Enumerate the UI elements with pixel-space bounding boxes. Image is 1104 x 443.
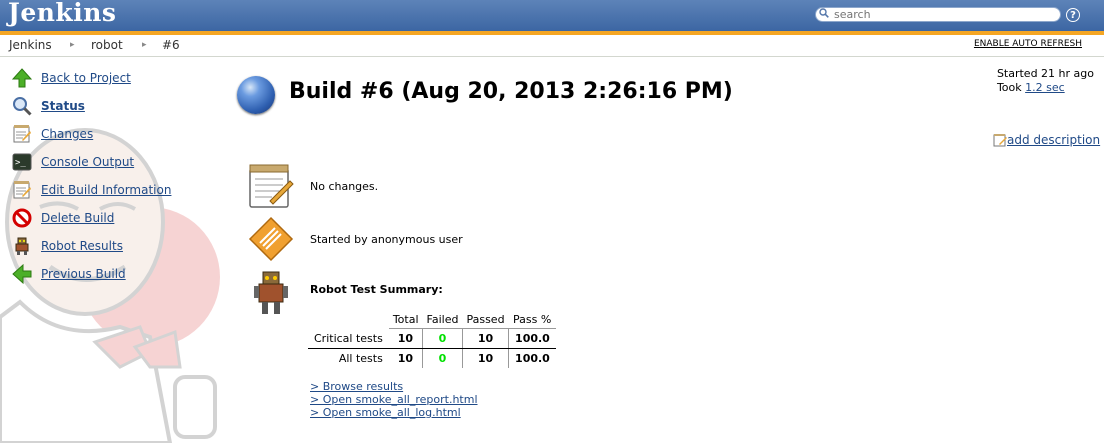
robot-summary-table: Total Failed Passed Pass % Critical test… (308, 311, 556, 368)
sidebar-item-label[interactable]: Back to Project (41, 71, 131, 85)
total-cell: 10 (388, 348, 424, 368)
breadcrumb-robot[interactable]: robot (91, 38, 123, 52)
table-header-row: Total Failed Passed Pass % (308, 311, 556, 329)
jenkins-logo[interactable]: Jenkins (8, 0, 116, 27)
sidebar: Back to Project Status Changes >_ Consol… (0, 57, 230, 443)
robot-icon (15, 237, 29, 255)
add-description-link[interactable]: add description (1007, 133, 1100, 147)
jenkins-butler-watermark (0, 128, 220, 443)
table-row: All tests 10 0 10 100.0 (308, 348, 556, 368)
breadcrumb-jenkins[interactable]: Jenkins (9, 38, 52, 52)
failed-cell: 0 (422, 328, 463, 349)
failed-cell: 0 (422, 348, 463, 368)
breadcrumb-build[interactable]: #6 (162, 38, 180, 52)
passed-cell: 10 (462, 348, 510, 368)
started-time: Started 21 hr ago (996, 67, 1094, 80)
search-icon (819, 8, 829, 18)
sidebar-item-label[interactable]: Changes (41, 127, 93, 141)
magnifier-icon (13, 97, 32, 116)
robot-summary-title: Robot Test Summary: (310, 283, 443, 296)
page-title: Build #6 (Aug 20, 2013 2:26:16 PM) (289, 79, 733, 104)
passed-cell: 10 (462, 328, 510, 349)
sidebar-item-label[interactable]: Delete Build (41, 211, 114, 225)
no-entry-icon (12, 208, 32, 228)
row-label: Critical tests (308, 328, 389, 349)
build-cause-icon (248, 216, 294, 262)
build-meta: Started 21 hr ago Took 1.2 sec (997, 67, 1094, 95)
sidebar-item-label[interactable]: Status (41, 99, 85, 113)
row-label: All tests (338, 352, 383, 365)
notepad-icon (13, 125, 31, 143)
sidebar-item-label[interactable]: Edit Build Information (41, 183, 171, 197)
notepad-icon (249, 164, 294, 208)
help-icon[interactable]: ? (1066, 8, 1080, 22)
search-box[interactable] (815, 7, 1061, 22)
sidebar-item-label[interactable]: Console Output (41, 155, 134, 169)
build-cause-text: Started by anonymous user (310, 233, 463, 246)
enable-auto-refresh-link[interactable]: ENABLE AUTO REFRESH (974, 39, 1082, 49)
changes-text: No changes. (310, 180, 379, 193)
open-log-link[interactable]: > Open smoke_all_log.html (310, 406, 461, 419)
breadcrumb-separator: ▸ (142, 40, 147, 50)
breadcrumb: Jenkins ▸ robot ▸ #6 ENABLE AUTO REFRESH (0, 35, 1104, 57)
robot-icon (254, 271, 288, 314)
left-arrow-icon (12, 264, 32, 284)
took-label: Took (996, 81, 1022, 94)
table-row: Critical tests 10 0 10 100.0 (308, 328, 556, 349)
search-input[interactable] (834, 8, 1054, 21)
pass-pct-cell: 100.0 (508, 348, 556, 368)
build-status-ball-icon (237, 76, 275, 114)
table-header-blank (308, 311, 389, 329)
pass-pct-cell: 100.0 (508, 328, 556, 349)
terminal-icon: >_ (12, 153, 32, 171)
table-header: Total (392, 313, 419, 326)
total-cell: 10 (388, 328, 424, 349)
notepad-icon (13, 181, 31, 199)
sidebar-item-label[interactable]: Robot Results (41, 239, 123, 253)
table-header: Pass % (513, 313, 552, 326)
took-line: Took 1.2 sec (997, 81, 1094, 95)
browse-results-link[interactable]: > Browse results (310, 380, 403, 393)
up-arrow-icon (12, 68, 32, 88)
add-description[interactable]: add description (993, 133, 1100, 147)
notepad-icon (993, 134, 1007, 147)
table-header: Failed (426, 313, 459, 326)
open-report-link[interactable]: > Open smoke_all_report.html (310, 393, 478, 406)
sidebar-item-label[interactable]: Previous Build (41, 267, 126, 281)
header-bar: Jenkins ? (0, 0, 1104, 35)
svg-text:>_: >_ (15, 158, 26, 168)
duration-link[interactable]: 1.2 sec (1025, 81, 1065, 94)
breadcrumb-separator: ▸ (70, 40, 75, 50)
table-header: Passed (466, 313, 505, 326)
